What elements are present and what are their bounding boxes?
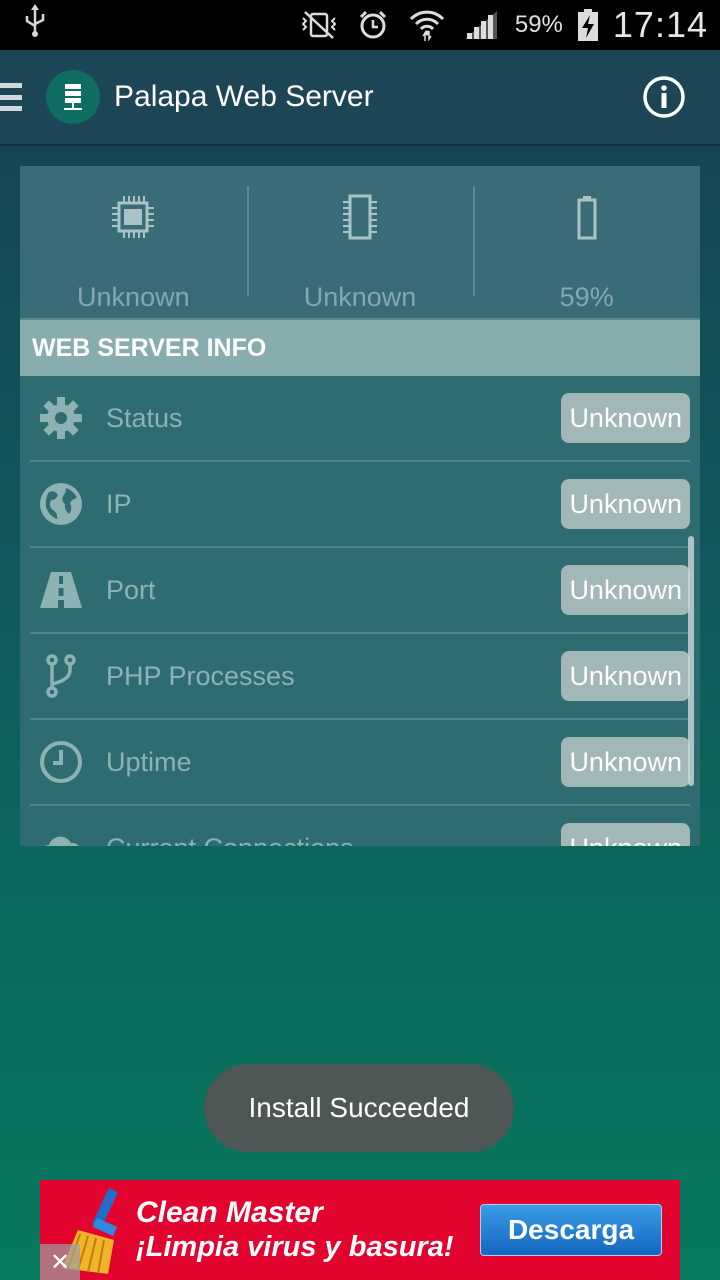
row-label: Current Connections [106,833,354,847]
signal-icon [461,8,501,42]
row-label: IP [106,488,132,519]
clock-icon [38,739,84,785]
download-button[interactable]: Descarga [480,1204,662,1256]
ad-banner[interactable]: Clean Master ¡Limpia virus y basura! Des… [40,1180,680,1280]
close-ad-icon[interactable]: ✕ [40,1244,80,1280]
battery-charging-icon [577,8,599,42]
ad-text: Clean Master ¡Limpia virus y basura! [136,1196,454,1264]
row-label: PHP Processes [106,660,295,691]
cpu-icon [109,194,157,240]
road-icon [38,567,84,613]
list-item-status[interactable]: Status Unknown [30,376,690,462]
stat-ram: Unknown [246,166,474,318]
row-label: Uptime [106,746,192,777]
ram-icon [340,194,380,240]
server-icon [64,84,82,110]
alarm-icon [353,8,393,42]
ad-subtitle: ¡Limpia virus y basura! [136,1231,454,1263]
row-value: Unknown [561,651,690,701]
scrollbar[interactable] [688,536,694,786]
row-value: Unknown [561,393,690,443]
ad-title: Clean Master [136,1196,323,1229]
row-label: Port [106,574,156,605]
server-info-card: Unknown Unknown 59% WEB SERVER INFO Stat… [20,166,700,846]
battery-icon [576,194,598,240]
row-value: Unknown [561,737,690,787]
toast: Install Succeeded [204,1064,514,1152]
list-item-current-connections[interactable]: Current Connections Unknown [30,806,690,846]
status-bar: 59% 17:14 [0,0,720,50]
app-logo[interactable] [46,70,100,124]
row-label: Status [106,402,183,433]
list-item-uptime[interactable]: Uptime Unknown [30,720,690,806]
info-icon[interactable] [642,75,686,119]
section-header: WEB SERVER INFO [20,318,700,376]
fork-icon [38,653,84,699]
gear-icon [38,395,84,441]
stat-battery: 59% [473,166,700,318]
menu-icon[interactable] [0,80,22,114]
info-list[interactable]: Status Unknown IP Unknown Port Unknown P… [20,376,700,846]
row-value: Unknown [561,565,690,615]
battery-percent: 59% [514,11,563,38]
list-item-php-processes[interactable]: PHP Processes Unknown [30,634,690,720]
list-item-ip[interactable]: IP Unknown [30,462,690,548]
clock: 17:14 [612,4,708,45]
globe-icon [38,481,84,527]
ram-value: Unknown [303,282,417,312]
mute-vibrate-icon [299,8,339,42]
app-bar: Palapa Web Server [0,50,720,146]
list-item-port[interactable]: Port Unknown [30,548,690,634]
wifi-icon [407,8,447,42]
system-stats: Unknown Unknown 59% [20,166,700,318]
usb-icon [22,4,52,46]
stat-cpu: Unknown [20,166,247,318]
row-value: Unknown [561,479,690,529]
battery-value: 59% [559,282,614,312]
cpu-value: Unknown [77,282,190,312]
app-title: Palapa Web Server [114,80,374,113]
cloud-icon [38,825,84,846]
row-value: Unknown [561,823,690,846]
